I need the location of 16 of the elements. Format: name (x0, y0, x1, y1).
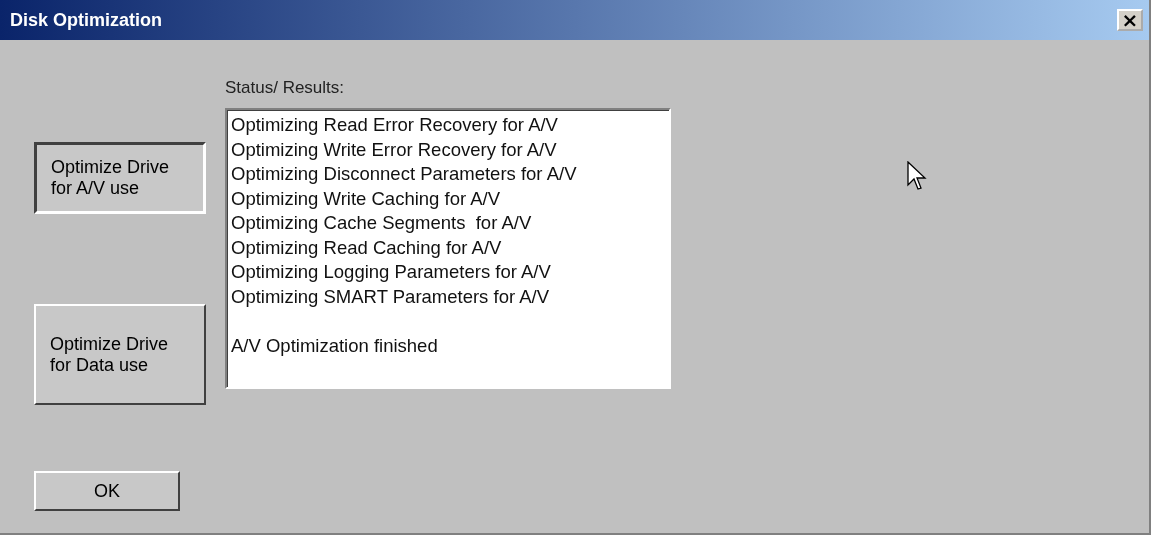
status-label: Status/ Results: (225, 78, 346, 98)
optimize-button[interactable]: Optimize Drive for A/V use (34, 142, 206, 214)
result-line: Optimizing Logging Parameters for A/V (231, 261, 552, 284)
result-line: Optimizing Write Caching for A/V (231, 187, 502, 211)
result-line: Optimizing Read Caching for A/V (231, 236, 503, 260)
ok-button[interactable]: OK (34, 471, 180, 511)
result-line: Optimizing Read Error Recovery for A/V (231, 114, 559, 137)
mouse-pointer-icon (907, 161, 927, 193)
window-title: Disk Optimization (10, 9, 162, 31)
result-line: Optimizing SMART Parameters for A/V (231, 285, 551, 309)
result-line: Optimizing Disconnect Parameters for A/V (231, 163, 578, 186)
result-line: Optimizing Write Error Recovery for A/V (231, 138, 558, 162)
optimize-button[interactable]: Optimize Drive for Data use (34, 304, 206, 405)
close-button[interactable]: × (1117, 9, 1143, 31)
result-line: Optimizing Cache Segments for A/V (231, 212, 533, 235)
summary-line: A/V Optimization finished (231, 334, 439, 358)
